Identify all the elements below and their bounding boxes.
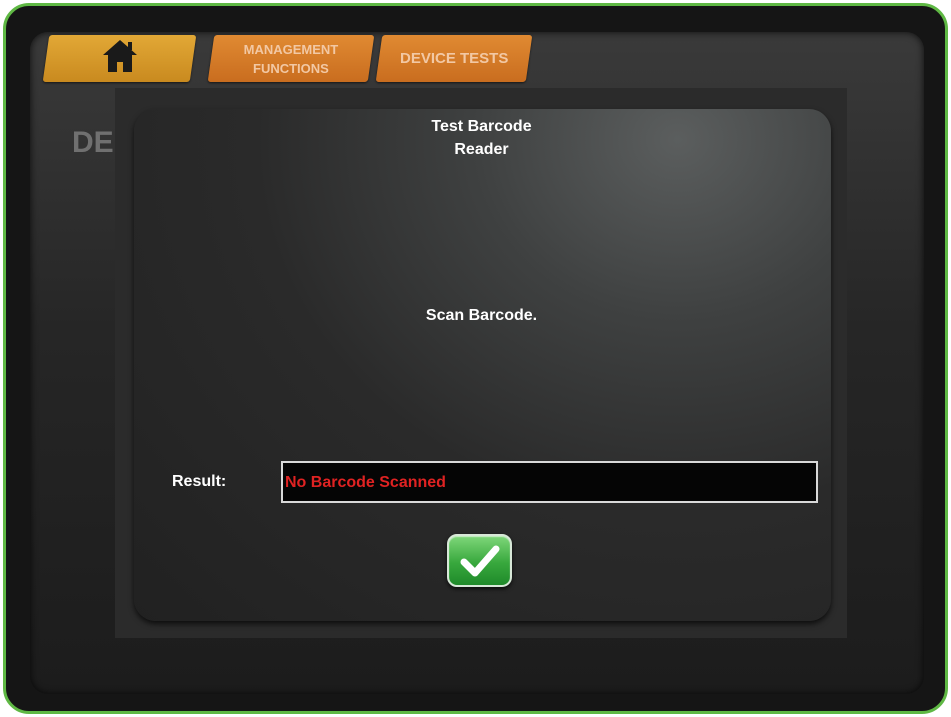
result-value: No Barcode Scanned [285,474,446,491]
tab-device-tests[interactable]: DEVICE TESTS [375,35,533,82]
tab-device-tests-label: DEVICE TESTS [399,50,509,67]
app-frame: MANAGEMENT FUNCTIONS DEVICE TESTS DE Tes… [3,3,948,714]
dialog-title-line1: Test Barcode [431,118,532,135]
tab-home[interactable] [42,35,197,82]
ok-button[interactable] [447,534,512,587]
result-field: No Barcode Scanned [281,461,818,503]
scan-instruction: Scan Barcode. [425,307,538,324]
tab-management-label-line2: FUNCTIONS [253,60,329,76]
tab-management-functions[interactable]: MANAGEMENT FUNCTIONS [207,35,375,82]
tab-management-label-line1: MANAGEMENT [243,41,339,57]
result-label: Result: [172,473,227,490]
home-icon [102,40,137,72]
dialog-title-line2: Reader [454,141,509,158]
dialog-title: Test Barcode Reader [6,115,945,161]
checkmark-icon [460,545,499,576]
